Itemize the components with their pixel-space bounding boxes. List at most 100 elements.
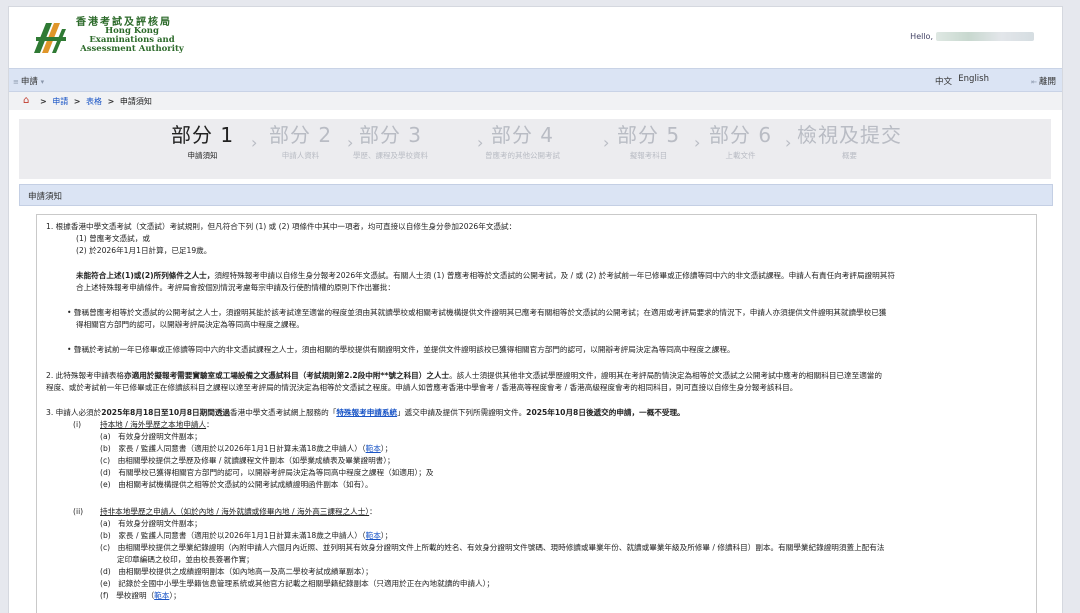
section-ii-item-b-end: ）；: [380, 531, 393, 540]
section-ii-title: 持非本地學歷之申請人（如於內地 / 海外就讀或修畢內地 / 海外高三課程之人士）…: [100, 507, 377, 516]
section-i-title-text: 持本地 / 海外學歷之本地申請人: [100, 420, 207, 429]
logo-english-line-3: Assessment Authority: [80, 44, 184, 54]
redacted-username: [936, 32, 1034, 41]
para-3-date: 2025年8月18日至10月8日期間透過: [101, 408, 231, 417]
breadcrumb-forms[interactable]: 表格: [86, 97, 102, 106]
step-title: 部分 6: [709, 123, 773, 147]
notice-para-1: 1. 根據香港中學文憑考試（文憑試）考試規則，但凡符合下列 (1) 或 (2) …: [46, 222, 517, 231]
step-6: 部分 6 上載文件: [709, 119, 772, 161]
step-subtitle: 擬報考科目: [629, 151, 668, 160]
section-ii-item-f: (f) 學校證明（範本）；: [100, 590, 181, 603]
section-ii-title-text: 持非本地學歷之申請人（如於內地 / 海外就讀或修畢內地 / 海外高三課程之人士）: [100, 507, 370, 516]
menu-icon: ≡: [13, 78, 19, 86]
section-i-item-e: (e) 由相關考試機構提供之相等於文憑試的公開考試成績證明函件副本（如有）。: [100, 480, 373, 489]
para-2-bold: 亦適用於擬報考需要實驗室或工場設備之文憑試科目（考試規則第2.2段中附**號之科…: [124, 371, 450, 380]
hello-label: Hello,: [910, 32, 933, 41]
section-i-item-b: (b) 家長 / 監護人同意書（適用於以2026年1月1日計算未滿18歲之申請人…: [100, 443, 392, 456]
notice-para-2-cont: 程度、或於考試前一年已修畢或正在修讀該科目之課程以達至考評局的情況決定為相等於文…: [46, 383, 798, 392]
hkeaa-logo[interactable]: [32, 19, 68, 55]
requirement-bold: 未能符合上述(1)或(2)所列條件之人士，: [76, 271, 215, 280]
special-application-system-link[interactable]: 特殊報考申請系統: [336, 408, 397, 417]
section-ii-item-d: (d) 由相關學校提供之成績證明副本（如內地高一及高二學校考試成績單副本）；: [100, 567, 373, 576]
notice-body: 1. 根據香港中學文憑考試（文憑試）考試規則，但凡符合下列 (1) 或 (2) …: [36, 214, 1037, 613]
chevron-right-icon: ›: [477, 133, 484, 152]
logo-text: 香港考試及評核局 Hong Kong Examinations and Asse…: [76, 18, 188, 54]
breadcrumb-current: 申請須知: [119, 97, 152, 106]
notice-bullet-2: • 聲稱於考試前一年已修畢或正修讀等同中六的非文憑試課程之人士，須由相關的學校提…: [67, 345, 735, 354]
template-link[interactable]: 範本: [366, 444, 381, 453]
para-3-deadline: 2025年10月8日後遞交的申請，一概不受理。: [526, 408, 685, 417]
section-ii-item-f-end: ）；: [169, 591, 181, 600]
section-ii-item-f-text: (f) 學校證明（: [100, 591, 155, 600]
step-3: 部分 3 學歷、課程及學校資料: [353, 119, 428, 161]
para-2-rest: 。該人士須提供其他非文憑試學歷證明文件，證明其在考評局酌情決定為相等於文憑試之公…: [449, 371, 882, 380]
para-3-text: 香港中學文憑考試網上服務的「: [230, 408, 337, 417]
breadcrumb-separator: >: [40, 97, 47, 106]
section-i-item-b-text: (b) 家長 / 監護人同意書（適用於以2026年1月1日計算未滿18歲之申請人…: [100, 444, 366, 453]
notice-para-1-requirement-cont: 合上述特殊報考申請條件。考評局會按個別情況考慮每宗申請及行使酌情權的原則下作出審…: [76, 283, 395, 292]
notice-section-header: 申請須知: [19, 184, 1053, 206]
notice-bullet-1-cont: 得相關官方部門的認可，以開辦考評局決定為等同高中程度之課程。: [76, 320, 304, 329]
step-title: 部分 5: [617, 123, 681, 147]
section-ii-item-c-cont: 定印章編碼之校印，並由校長簽署作實；: [117, 555, 254, 564]
step-review: 檢視及提交 概要: [797, 119, 902, 161]
section-ii-item-c: (c) 由相關學校提供之學業紀錄證明（內附申請人六個月內近照、並列明其有效身分證…: [100, 543, 885, 552]
language-chinese-link[interactable]: 中文: [935, 75, 952, 87]
step-progress: 部分 1 申請須知 › 部分 2 申請人資料 › 部分 3 學歷、課程及學校資料…: [19, 119, 1051, 179]
section-i-item-c: (c) 由相關學校提供之學歷及修畢 / 就讀課程文件副本（如學業成績表及畢業證明…: [100, 456, 395, 465]
chevron-right-icon: ›: [785, 133, 792, 152]
step-subtitle: 學歷、課程及學校資料: [353, 151, 428, 160]
language-english-link[interactable]: English: [958, 74, 989, 84]
notice-bullet-1: • 聲稱曾應考相等於文憑試的公開考試之人士，須證明其能於該考試達至適當的程度並須…: [67, 308, 887, 317]
step-2: 部分 2 申請人資料: [269, 119, 332, 161]
exit-icon: ⇤: [1031, 78, 1037, 86]
chevron-right-icon: ›: [694, 133, 701, 152]
apply-menu-label: 申請: [20, 77, 38, 87]
section-i-label: (i): [73, 420, 82, 429]
section-ii-label: (ii): [73, 507, 84, 516]
step-subtitle: 申請須知: [187, 151, 218, 160]
section-ii-item-e: (e) 記錄於全國中小學生學籍信息管理系統或其他官方記載之相關學籍紀錄副本（只適…: [100, 579, 495, 588]
breadcrumb-separator: >: [107, 97, 115, 106]
step-title: 部分 3: [358, 123, 423, 147]
section-i-item-a: (a) 有效身分證明文件副本；: [100, 432, 202, 441]
step-title: 部分 4: [490, 123, 555, 147]
notice-heading: 申請須知: [28, 192, 63, 202]
section-ii-item-b-text: (b) 家長 / 監護人同意書（適用於以2026年1月1日計算未滿18歲之申請人…: [100, 531, 366, 540]
page: 香港考試及評核局 Hong Kong Examinations and Asse…: [8, 6, 1063, 613]
breadcrumb-separator: >: [73, 97, 81, 106]
para-3-start: 3. 申請人必須於: [46, 408, 102, 417]
step-1: 部分 1 申請須知: [171, 119, 234, 161]
step-subtitle: 申請人資料: [281, 151, 320, 160]
header: 香港考試及評核局 Hong Kong Examinations and Asse…: [9, 7, 1062, 68]
requirement-text: 須經特殊報考申請以自修生身分報考2026年文憑試。有關人士須 (1) 曾應考相等…: [214, 271, 895, 280]
step-subtitle: 上載文件: [725, 151, 756, 160]
section-i-item-b-end: ）；: [380, 444, 393, 453]
chevron-down-icon: ▾: [40, 78, 45, 86]
section-ii-item-b: (b) 家長 / 監護人同意書（適用於以2026年1月1日計算未滿18歲之申請人…: [100, 530, 392, 543]
logout-label: 離開: [1038, 77, 1056, 87]
breadcrumb-apply[interactable]: 申請: [52, 97, 68, 106]
logout-button[interactable]: ⇤ 離開: [1031, 75, 1056, 87]
template-link[interactable]: 範本: [154, 591, 169, 600]
step-5: 部分 5 擬報考科目: [617, 119, 680, 161]
template-link[interactable]: 範本: [366, 531, 381, 540]
menu-bar: ≡ 申請 ▾ 中文 English ⇤ 離開: [9, 68, 1062, 92]
step-subtitle: 曾應考的其他公開考試: [485, 151, 560, 160]
section-i-title: 持本地 / 海外學歷之本地申請人：: [100, 420, 214, 429]
para-3-text-2: 」遞交申請及提供下列所需證明文件。: [397, 408, 527, 417]
apply-menu[interactable]: ≡ 申請 ▾: [13, 75, 44, 87]
step-title: 部分 2: [269, 123, 333, 147]
notice-para-1-requirement: 未能符合上述(1)或(2)所列條件之人士，須經特殊報考申請以自修生身分報考202…: [76, 270, 895, 283]
step-title: 檢視及提交: [797, 123, 902, 147]
user-greeting: Hello,: [910, 32, 1034, 41]
notice-para-3: 3. 申請人必須於2025年8月18日至10月8日期間透過香港中學文憑考試網上服…: [46, 407, 685, 420]
notice-para-2: 2. 此特殊報考申請表格亦適用於擬報考需要實驗室或工場設備之文憑試科目（考試規則…: [46, 370, 882, 383]
chevron-right-icon: ›: [251, 133, 258, 152]
breadcrumb: ⌂ > 申請 > 表格 > 申請須知: [9, 92, 1062, 110]
section-ii-item-a: (a) 有效身分證明文件副本；: [100, 519, 202, 528]
section-i-item-d: (d) 有關學校已獲得相關官方部門的認可，以開辦考評局決定為等同高中程度之課程（…: [100, 468, 434, 477]
step-title: 部分 1: [171, 123, 235, 147]
para-2-start: 2. 此特殊報考申請表格: [46, 371, 125, 380]
home-icon[interactable]: ⌂: [23, 95, 29, 106]
